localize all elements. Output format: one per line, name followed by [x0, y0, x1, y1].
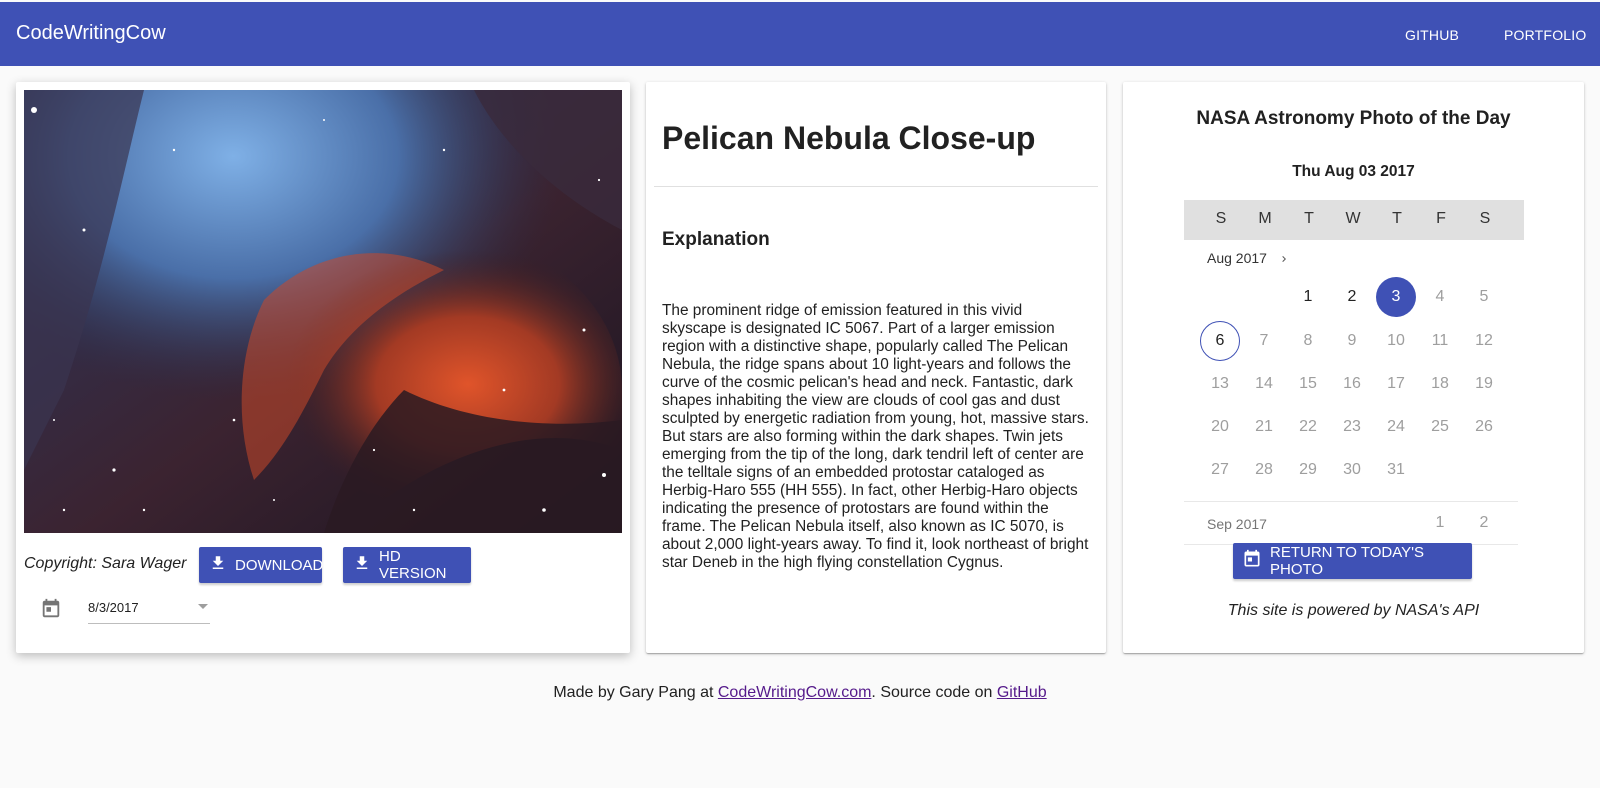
hd-version-button-label: HD VERSION — [379, 548, 447, 582]
weekday-label: T — [1392, 210, 1402, 227]
nav-github-link[interactable]: GITHUB — [1405, 27, 1459, 43]
calendar-day[interactable]: 17 — [1376, 364, 1416, 404]
calendar-day[interactable]: 18 — [1420, 364, 1460, 404]
explanation-card: Pelican Nebula Close-up Explanation The … — [646, 82, 1106, 653]
calendar-icon — [40, 598, 62, 620]
return-today-label: RETURN TO TODAY'S PHOTO — [1270, 544, 1425, 578]
calendar-heading: NASA Astronomy Photo of the Day — [1196, 108, 1511, 129]
explanation-heading: Explanation — [662, 229, 770, 250]
brand-title[interactable]: CodeWritingCow — [16, 22, 166, 45]
weekday-label: F — [1436, 210, 1446, 227]
photo-title: Pelican Nebula Close-up — [662, 120, 1036, 156]
powered-by-text: This site is powered by NASA's API — [1227, 602, 1480, 619]
calendar-day[interactable]: 3 — [1376, 277, 1416, 317]
calendar-day[interactable]: 12 — [1464, 321, 1504, 361]
calendar-day[interactable]: 21 — [1244, 407, 1284, 447]
footer-github-link[interactable]: GitHub — [997, 684, 1047, 701]
calendar-day[interactable]: 5 — [1464, 277, 1504, 317]
calendar-day[interactable]: 22 — [1288, 407, 1328, 447]
weekday-label: S — [1215, 210, 1227, 227]
weekday-label: M — [1258, 210, 1272, 227]
calendar-day[interactable]: 29 — [1288, 450, 1328, 490]
footer: Made by Gary Pang at CodeWritingCow.com.… — [0, 684, 1600, 702]
photo-copyright: Copyright: Sara Wager — [24, 555, 187, 572]
date-picker-value: 8/3/2017 — [88, 600, 139, 615]
weekday-label: T — [1304, 210, 1314, 227]
current-month-label: Aug 2017 — [1207, 250, 1267, 266]
return-today-button[interactable]: RETURN TO TODAY'S PHOTO — [1233, 543, 1472, 579]
app-bar: CodeWritingCow GITHUB PORTFOLIO — [0, 2, 1600, 66]
calendar-day[interactable]: 8 — [1288, 321, 1328, 361]
calendar-day[interactable]: 1 — [1288, 277, 1328, 317]
calendar-day[interactable]: 16 — [1332, 364, 1372, 404]
download-button[interactable]: DOWNLOAD — [199, 547, 324, 583]
nebula-photo — [24, 90, 622, 533]
calendar-day[interactable]: 20 — [1200, 407, 1240, 447]
chevron-right-icon[interactable] — [1278, 252, 1290, 264]
calendar-day[interactable]: 4 — [1420, 277, 1460, 317]
calendar-day[interactable]: 11 — [1420, 321, 1460, 361]
footer-prefix: Made by Gary Pang at — [553, 684, 718, 701]
calendar-day[interactable]: 24 — [1376, 407, 1416, 447]
date-picker-field[interactable]: 8/3/2017 — [88, 592, 210, 624]
calendar-day[interactable]: 10 — [1376, 321, 1416, 361]
footer-middle: . Source code on — [871, 684, 997, 701]
caret-down-icon — [198, 604, 208, 609]
calendar-day[interactable]: 23 — [1332, 407, 1372, 447]
calendar-day[interactable]: 7 — [1244, 321, 1284, 361]
selected-date-label: Thu Aug 03 2017 — [1292, 163, 1415, 180]
calendar-day[interactable]: 27 — [1200, 450, 1240, 490]
calendar-day[interactable]: 25 — [1420, 407, 1460, 447]
download-button-label: DOWNLOAD — [235, 556, 324, 574]
next-month-label: Sep 2017 — [1207, 516, 1267, 532]
calendar-day[interactable]: 31 — [1376, 450, 1416, 490]
calendar-card: NASA Astronomy Photo of the Day Thu Aug … — [1123, 82, 1584, 653]
calendar-day[interactable]: 15 — [1288, 364, 1328, 404]
calendar-day[interactable]: 2 — [1464, 503, 1504, 543]
weekday-header: S M T W T F S — [1184, 200, 1524, 240]
calendar-day[interactable]: 28 — [1244, 450, 1284, 490]
footer-site-link[interactable]: CodeWritingCow.com — [718, 684, 872, 701]
calendar-day[interactable]: 9 — [1332, 321, 1372, 361]
calendar-day[interactable]: 26 — [1464, 407, 1504, 447]
download-icon — [209, 554, 227, 576]
month-divider — [1184, 501, 1518, 502]
calendar-day[interactable]: 19 — [1464, 364, 1504, 404]
calendar-day[interactable]: 13 — [1200, 364, 1240, 404]
calendar-day[interactable]: 30 — [1332, 450, 1372, 490]
title-divider — [654, 186, 1098, 187]
calendar-day[interactable]: 2 — [1332, 277, 1372, 317]
nav-portfolio-link[interactable]: PORTFOLIO — [1504, 27, 1586, 43]
weekday-label: S — [1479, 210, 1491, 227]
calendar-day[interactable]: 6 — [1200, 321, 1240, 361]
weekday-label: W — [1345, 210, 1361, 227]
calendar-icon — [1242, 549, 1262, 573]
calendar-day[interactable]: 1 — [1420, 503, 1460, 543]
calendar-day[interactable]: 14 — [1244, 364, 1284, 404]
hd-version-button[interactable]: HD VERSION — [343, 547, 471, 583]
explanation-text: The prominent ridge of emission featured… — [662, 302, 1089, 571]
photo-card: Copyright: Sara Wager DOWNLOAD HD VERSIO… — [16, 82, 630, 653]
download-icon — [353, 554, 371, 576]
